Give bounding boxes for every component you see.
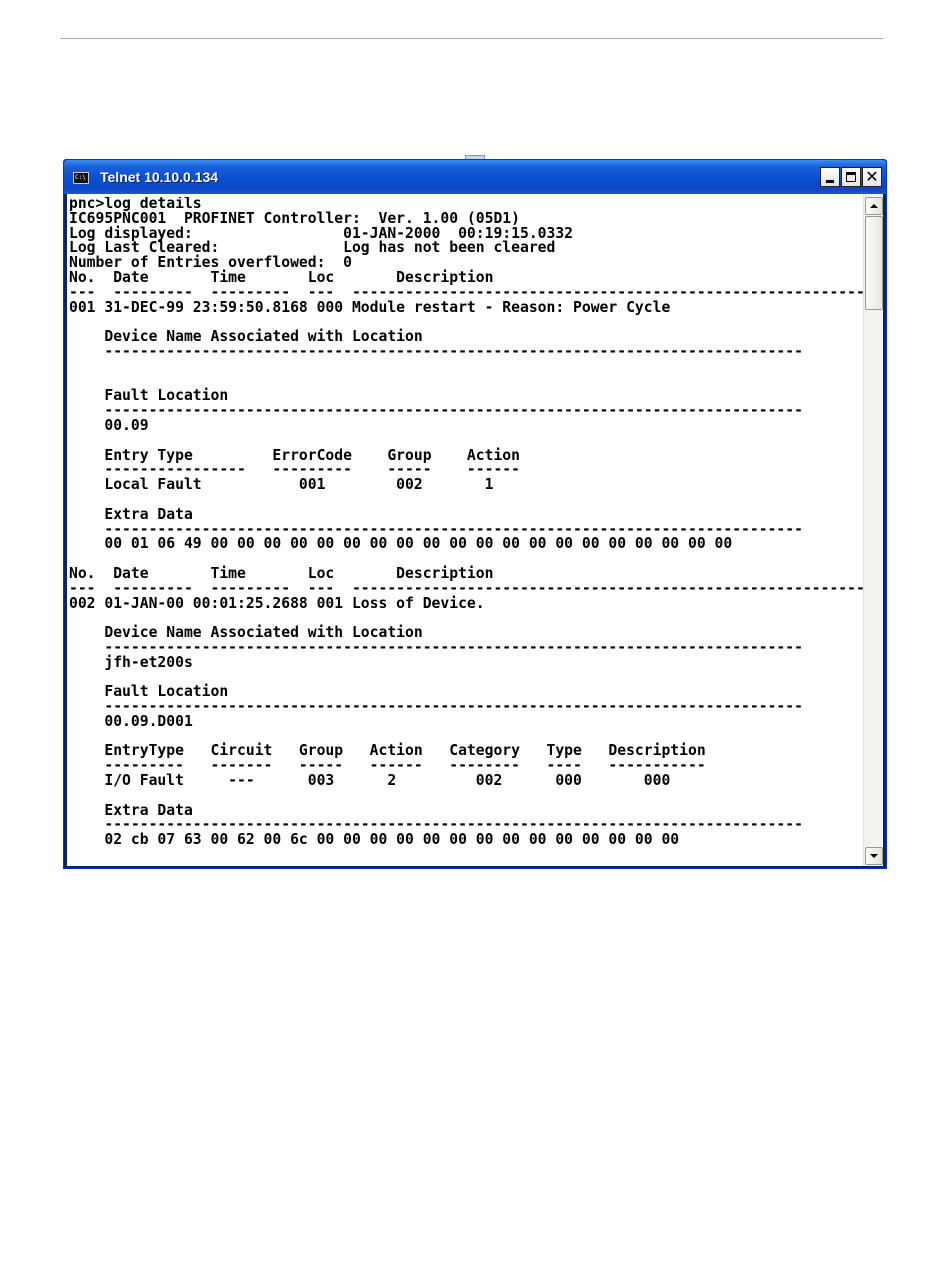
terminal-line: 00.09 [69, 416, 149, 434]
telnet-window: C:\ Telnet 10.10.0.134 ✕ pnc>log details… [63, 159, 887, 869]
terminal-line: ----------------------------------------… [69, 402, 803, 420]
page-top-rule [60, 38, 883, 39]
terminal-client-area[interactable]: pnc>log details IC695PNC001 PROFINET Cont… [67, 194, 883, 866]
console-icon[interactable]: C:\ [73, 172, 89, 184]
arrow-up-icon [870, 204, 878, 208]
arrow-down-icon [870, 854, 878, 858]
terminal-line: 001 31-DEC-99 23:59:50.8168 000 Module r… [69, 298, 671, 316]
title-bar[interactable]: C:\ Telnet 10.10.0.134 ✕ [64, 160, 886, 194]
terminal-line: 00 01 06 49 00 00 00 00 00 00 00 00 00 0… [69, 535, 733, 553]
terminal-line: 00.09.D001 [69, 712, 193, 730]
close-button[interactable]: ✕ [862, 167, 882, 187]
scroll-thumb[interactable] [865, 216, 883, 310]
vertical-scrollbar[interactable] [863, 194, 883, 866]
close-icon: ✕ [865, 167, 879, 186]
terminal-line: 002 01-JAN-00 00:01:25.2688 001 Loss of … [69, 594, 485, 612]
terminal-line: I/O Fault --- 003 2 002 000 000 [69, 772, 671, 790]
window-title: Telnet 10.10.0.134 [100, 169, 219, 185]
terminal-line: 02 cb 07 63 00 62 00 6c 00 00 00 00 00 0… [69, 831, 680, 849]
scroll-down-button[interactable] [865, 847, 883, 865]
maximize-icon [846, 172, 856, 182]
terminal-line: ----------------------------------------… [69, 342, 803, 360]
terminal-line: Local Fault 001 002 1 [69, 476, 494, 494]
terminal-line: jfh-et200s [69, 653, 193, 671]
scroll-up-button[interactable] [865, 197, 883, 215]
terminal-output[interactable]: pnc>log details IC695PNC001 PROFINET Cont… [69, 197, 863, 863]
minimize-icon [826, 180, 834, 183]
maximize-button[interactable] [841, 167, 861, 187]
minimize-button[interactable] [820, 167, 840, 187]
